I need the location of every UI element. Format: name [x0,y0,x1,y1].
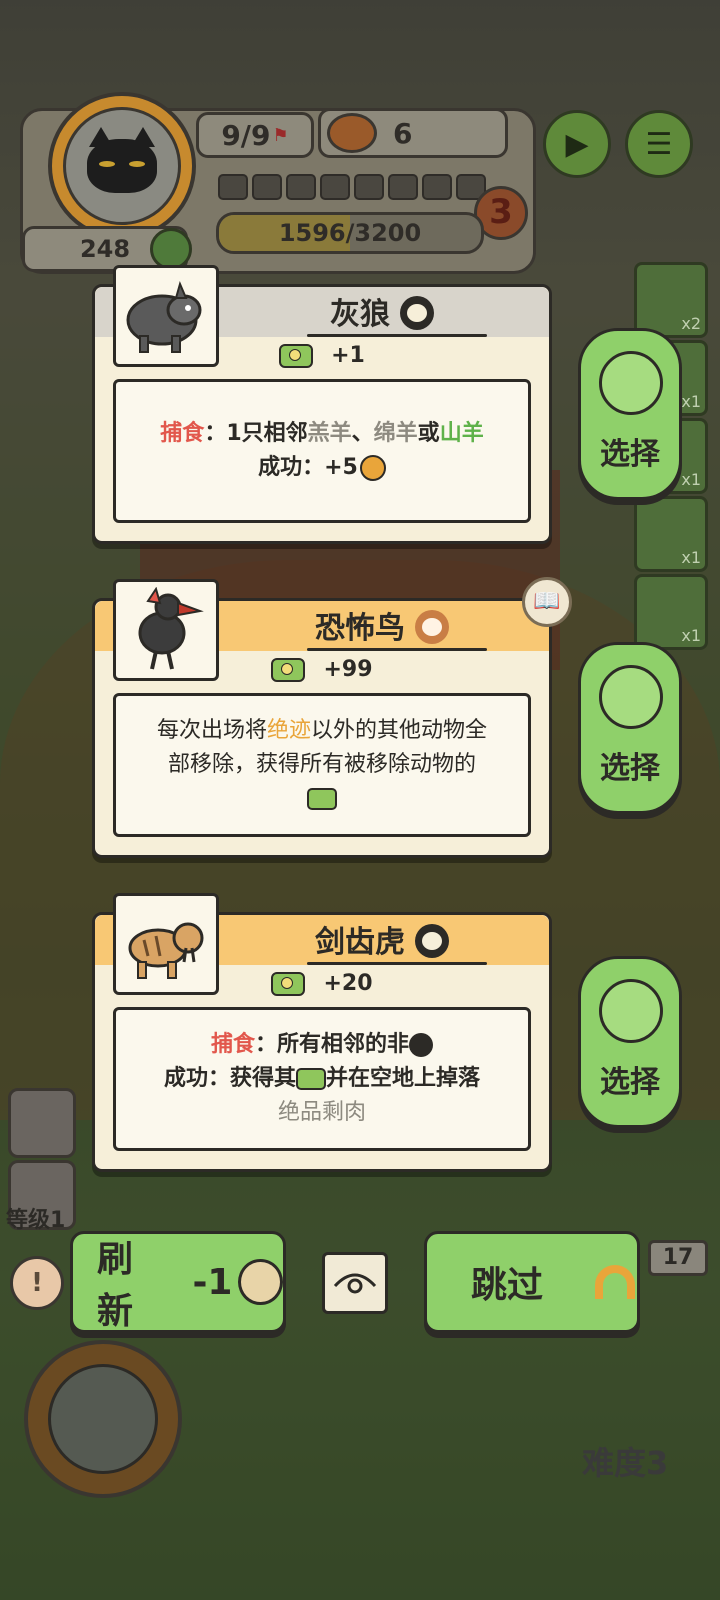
hand-pointer-icon [599,351,663,415]
eye-icon [333,1273,377,1294]
difficulty-label: 难度3 [582,1444,669,1482]
coin-count: 248 [79,235,131,263]
food-icon [296,1068,326,1090]
side-item-5[interactable]: x1 [634,574,708,650]
alert-icon[interactable]: ! [10,1256,64,1310]
choice-card-grey-wolf: 灰狼 +1 捕食：1只相邻羔羊、绵羊或山羊 成功：+5 [92,265,552,544]
refresh-button[interactable]: 刷新 -1 [70,1231,286,1333]
score-progress-text: 1596/3200 [278,219,422,247]
player-avatar[interactable] [48,92,196,240]
card-value: +99 [323,657,373,682]
select-button-terror-bird[interactable]: 选择 [578,642,682,814]
can-counter: 6 [318,108,508,158]
flag-icon: ⚑ [272,124,289,146]
select-button-sabertooth[interactable]: 选择 [578,956,682,1128]
segment-progress [218,174,490,204]
food-icon [307,788,337,810]
card-title: 剑齿虎 [315,925,405,960]
boss-portrait[interactable] [24,1340,182,1498]
skip-label: 跳过 [471,1265,544,1306]
card-title: 恐怖鸟 [315,611,405,646]
book-icon[interactable]: 📖 [522,577,572,627]
left-slot-1[interactable] [8,1088,76,1158]
skip-arrow-icon [595,1265,636,1299]
food-icon [271,658,306,682]
round-counter: 9/9 ⚑ [196,112,314,158]
predator-type-icon [400,295,434,330]
card-title: 灰狼 [330,297,390,332]
predator-type-icon [415,923,449,958]
side-item-barn[interactable]: x2 [634,262,708,338]
select-button-grey-wolf[interactable]: 选择 [578,328,682,500]
side-item-4[interactable]: x1 [634,496,708,572]
choice-card-terror-bird: 恐怖鸟 +99 每次出场将绝迹以外的其他动物全 部移除，获得所有被移除动物的 [92,579,552,858]
skip-button[interactable]: 跳过 [424,1231,640,1333]
card-value: +1 [331,343,365,368]
hand-pointer-icon [599,665,663,729]
predator-type-icon [409,1033,434,1057]
round-text: 9/9 [221,118,271,152]
can-icon [327,113,377,153]
card-description: 每次出场将绝迹以外的其他动物全 部移除，获得所有被移除动物的 [113,693,531,837]
card-value: +20 [323,971,373,996]
refresh-cost: -1 [192,1261,233,1303]
can-count: 6 [393,116,413,150]
card-description: 捕食：1只相邻羔羊、绵羊或山羊 成功：+5 [113,379,531,523]
can-icon [238,1259,283,1305]
black-cat-icon [87,127,157,193]
heart-icon [150,228,192,270]
bird-type-icon [415,609,449,644]
refresh-label: 刷新 [97,1239,134,1332]
food-icon [279,344,314,368]
card-description: 捕食：所有相邻的非 成功：获得其 并在空地上掉落 绝品剩肉 [113,1007,531,1151]
deck-count: 17 [648,1240,708,1276]
peek-eye-button[interactable] [322,1252,388,1314]
food-icon [271,972,306,996]
menu-button[interactable]: ☰ [625,110,693,178]
hand-pointer-icon [599,979,663,1043]
level-label: 等级1 [6,1208,66,1233]
choice-card-sabertooth: 剑齿虎 +20 捕食：所有相邻的非 成功：获得其 并在空地上掉落 绝品剩肉 [92,893,552,1172]
play-button[interactable]: ▶ [543,110,611,178]
paw-icon [359,455,386,481]
score-progress-bar: 1596/3200 [216,212,484,254]
